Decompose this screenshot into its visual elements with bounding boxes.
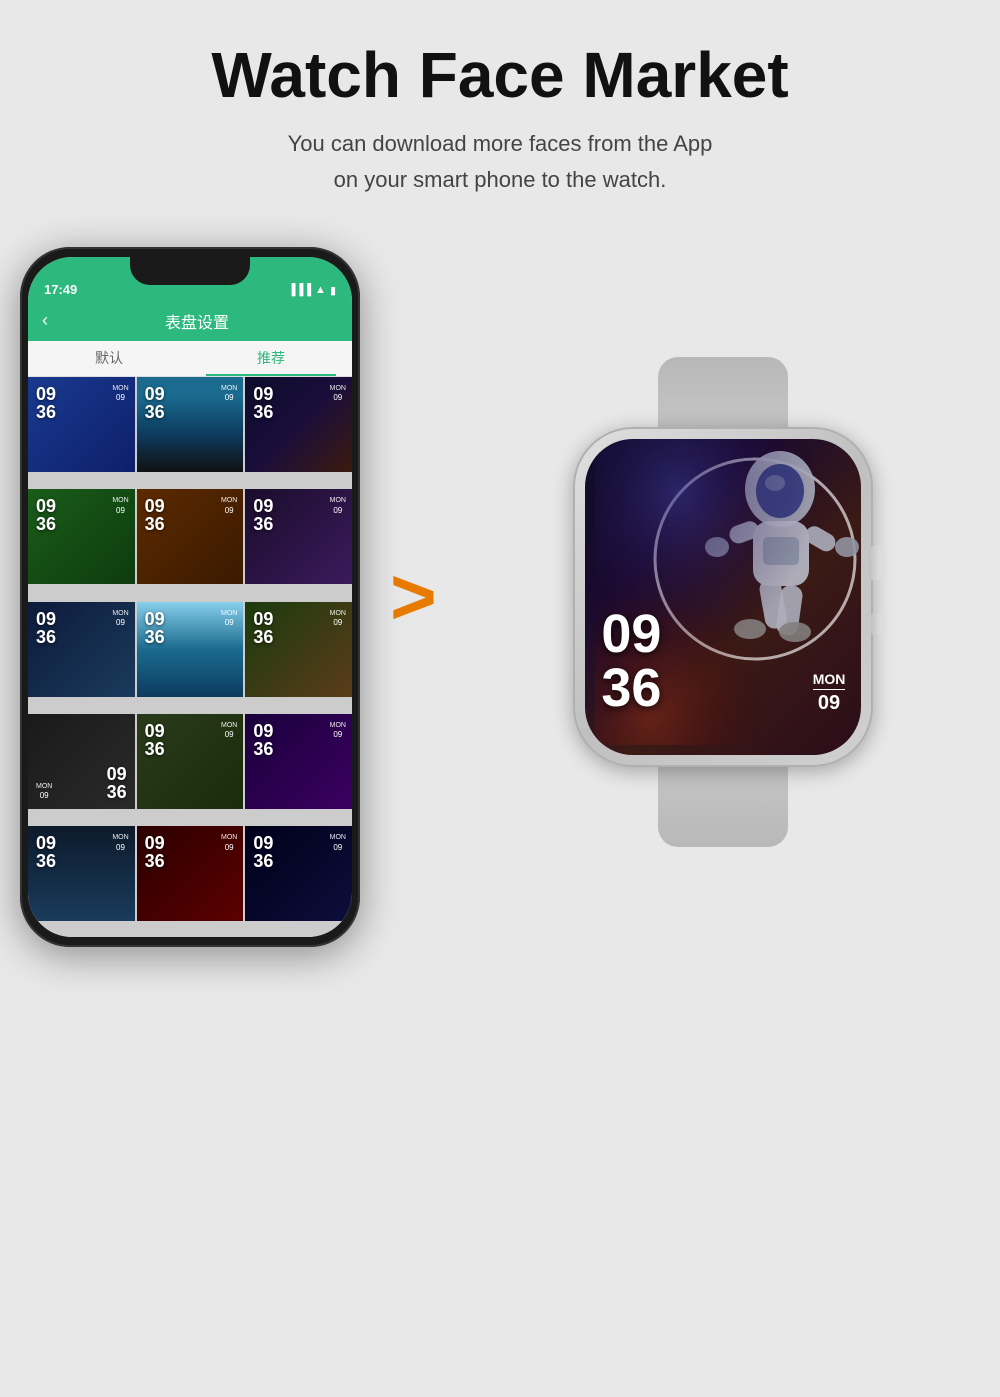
watch-date: MON 09 xyxy=(813,671,846,715)
back-button[interactable]: ‹ xyxy=(42,310,48,331)
phone-content: 17:49 ▐▐▐ ▲ ▮ ‹ 表盘设置 默认 xyxy=(28,257,352,937)
watch-day: 09 xyxy=(813,692,846,715)
face-cell-4[interactable]: 09 36 MON09 xyxy=(28,489,135,584)
face-cell-1[interactable]: 09 36 MON09 xyxy=(28,377,135,472)
phone-mute-button xyxy=(20,387,21,417)
nav-title: 表盘设置 xyxy=(56,309,338,333)
status-icons: ▐▐▐ ▲ ▮ xyxy=(288,284,336,297)
face-cell-2[interactable]: 09 36 MON09 xyxy=(137,377,244,472)
face-cell-3[interactable]: 09 36 MON09 xyxy=(245,377,352,472)
main-content: 17:49 ▐▐▐ ▲ ▮ ‹ 表盘设置 默认 xyxy=(20,247,980,947)
tab-default[interactable]: 默认 xyxy=(28,341,190,376)
face-cell-12[interactable]: 09 36 MON09 xyxy=(245,714,352,809)
phone-notch xyxy=(130,257,250,285)
page-subtitle: You can download more faces from the App… xyxy=(288,126,713,196)
phone-vol-up-button xyxy=(20,432,21,487)
face-cell-10[interactable]: 09 36 MON09 xyxy=(28,714,135,809)
face-cell-14[interactable]: 09 36 MON09 xyxy=(137,826,244,921)
watch-min: 36 xyxy=(601,661,661,715)
arrow-icon: > xyxy=(390,557,437,637)
face-cell-9[interactable]: 09 36 MON09 xyxy=(245,602,352,697)
watch-time: 09 36 xyxy=(601,607,661,715)
smartwatch-mockup: 09 36 MON 09 xyxy=(467,427,980,767)
watch-crown[interactable] xyxy=(869,545,881,580)
wifi-icon: ▲ xyxy=(315,284,326,296)
face-cell-5[interactable]: 09 36 MON09 xyxy=(137,489,244,584)
watch-day-of-week: MON xyxy=(813,671,846,690)
face-cell-13[interactable]: 09 36 MON09 xyxy=(28,826,135,921)
watch-side-button[interactable] xyxy=(871,613,881,635)
signal-icon: ▐▐▐ xyxy=(288,284,311,296)
face-cell-7[interactable]: 09 36 MON09 xyxy=(28,602,135,697)
face-cell-15[interactable]: 09 36 MON09 xyxy=(245,826,352,921)
status-time: 17:49 xyxy=(44,282,77,297)
battery-icon: ▮ xyxy=(330,284,336,297)
phone-mockup: 17:49 ▐▐▐ ▲ ▮ ‹ 表盘设置 默认 xyxy=(20,247,360,947)
phone-screen: 17:49 ▐▐▐ ▲ ▮ ‹ 表盘设置 默认 xyxy=(28,257,352,937)
watch-body: 09 36 MON 09 xyxy=(573,427,873,767)
tab-recommended[interactable]: 推荐 xyxy=(190,341,352,376)
face-cell-6[interactable]: 09 36 MON09 xyxy=(245,489,352,584)
page-title: Watch Face Market xyxy=(211,40,788,110)
watch-screen: 09 36 MON 09 xyxy=(585,439,861,755)
phone-body: 17:49 ▐▐▐ ▲ ▮ ‹ 表盘设置 默认 xyxy=(20,247,360,947)
watch-faces-grid: 09 36 MON09 09 36 MON09 xyxy=(28,377,352,937)
watch-case: 09 36 MON 09 xyxy=(573,427,873,767)
watch-hour: 09 xyxy=(601,607,661,661)
phone-tabs: 默认 推荐 xyxy=(28,341,352,377)
phone-nav: ‹ 表盘设置 xyxy=(28,301,352,341)
phone-power-button xyxy=(359,407,360,467)
phone-vol-down-button xyxy=(20,497,21,552)
face-cell-8[interactable]: 09 36 MON09 xyxy=(137,602,244,697)
face-cell-11[interactable]: 09 36 MON09 xyxy=(137,714,244,809)
